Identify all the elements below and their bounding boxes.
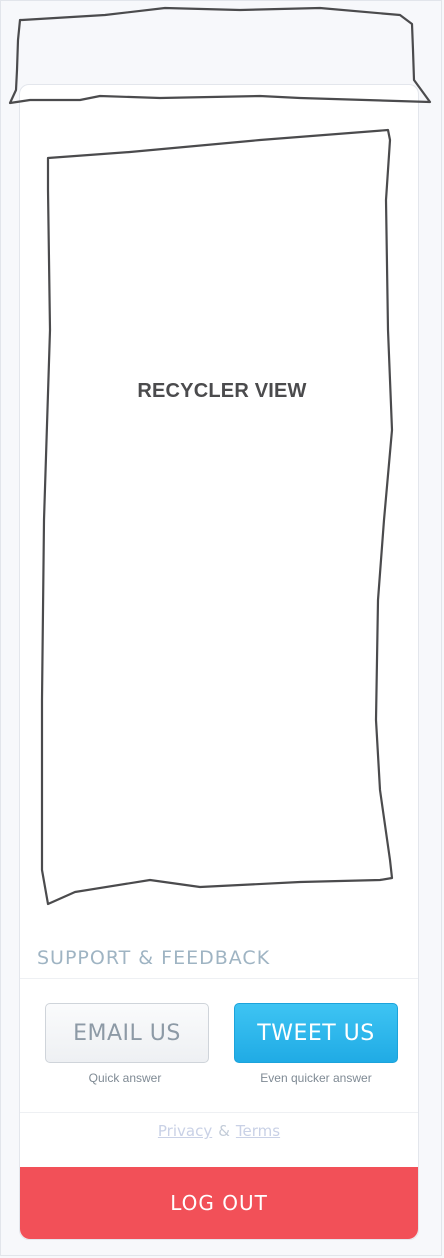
email-us-label: EMAIL US [73, 1020, 181, 1046]
tweet-us-label: TWEET US [257, 1020, 375, 1046]
tweet-us-button[interactable]: TWEET US [234, 1003, 398, 1063]
legal-links: Privacy & Terms [20, 1122, 418, 1140]
header-sketch [8, 6, 432, 105]
divider [20, 1112, 418, 1113]
recycler-sketch [40, 128, 394, 906]
divider [20, 978, 418, 979]
tweet-caption: Even quicker answer [260, 1071, 372, 1085]
log-out-button[interactable]: LOG OUT [20, 1167, 418, 1239]
sketch-overlay [8, 6, 432, 906]
support-section-title: SUPPORT & FEEDBACK [37, 947, 271, 969]
email-us-button[interactable]: EMAIL US [45, 1003, 209, 1063]
terms-link[interactable]: Terms [236, 1122, 280, 1140]
email-caption: Quick answer [88, 1071, 162, 1085]
log-out-label: LOG OUT [170, 1191, 268, 1215]
privacy-link[interactable]: Privacy [158, 1122, 212, 1140]
ampersand: & [218, 1122, 230, 1140]
recycler-view-label: RECYCLER VIEW [137, 380, 307, 402]
